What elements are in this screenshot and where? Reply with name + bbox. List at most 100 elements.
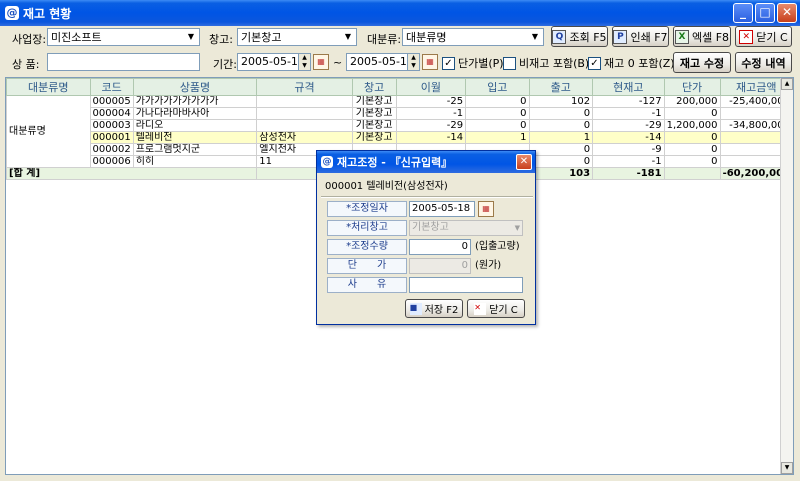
code-cell: 000002: [89, 143, 134, 156]
column-header[interactable]: 입고: [465, 78, 530, 96]
window-title: 재고 현황: [23, 6, 72, 21]
adjust-stock-label: 재고 수정: [679, 56, 725, 70]
warehouse-combo[interactable]: 기본창고 ▼: [237, 28, 357, 46]
scroll-down-icon[interactable]: ▼: [781, 462, 793, 474]
in-cell: 0: [465, 119, 530, 132]
dialog-close-button[interactable]: ✕ 닫기 C: [467, 299, 525, 318]
maximize-button[interactable]: □: [755, 3, 775, 23]
table-row[interactable]: 000004 가나다라마바사아 기본창고 -1 0 0 -1 0 0: [7, 107, 793, 120]
stock-cell: -9: [592, 143, 665, 156]
product-input[interactable]: [47, 53, 200, 71]
column-header[interactable]: 단가: [663, 78, 721, 96]
vertical-scrollbar[interactable]: ▲ ▼: [780, 78, 793, 474]
spec-cell: [256, 107, 353, 120]
checkbox-checked-icon[interactable]: ✓: [588, 56, 601, 70]
stock-cell: -14: [592, 131, 665, 144]
window-title-bar[interactable]: @ 재고 현황 _ □ ✕: [0, 0, 800, 26]
close-button[interactable]: ✕ 닫기 C: [735, 26, 792, 47]
name-cell: 프로그램멋지군: [132, 143, 258, 156]
name-cell: 라디오: [132, 119, 258, 132]
date-from-spinner[interactable]: ▲ ▼: [298, 53, 311, 71]
by-price-label: 단가별(P): [458, 57, 504, 70]
process-warehouse-combo[interactable]: 기본창고 ▼: [409, 220, 523, 236]
qty-note: (입출고량): [475, 241, 520, 252]
price-cell: 0: [663, 131, 721, 144]
empty-cell: [663, 167, 721, 180]
price-note: (원가): [475, 260, 502, 271]
category-label: 대분류:: [367, 33, 402, 46]
column-header[interactable]: 현재고: [592, 78, 665, 96]
date-from-input[interactable]: 2005-05-18: [237, 53, 305, 71]
carry-cell: -29: [395, 119, 467, 132]
stock-cell: -127: [592, 95, 665, 108]
column-header[interactable]: 코드: [89, 78, 134, 96]
adjust-qty-label: *조정수량: [327, 239, 407, 255]
chevron-down-icon[interactable]: ▼: [527, 29, 543, 45]
spec-cell: 삼성전자: [256, 131, 353, 144]
non-stock-label: 비재고 포함(B): [519, 57, 590, 70]
excel-label: 엑셀 F8: [691, 30, 730, 44]
checkbox-unchecked-icon[interactable]: [503, 56, 516, 70]
close-icon: ✕: [474, 302, 487, 315]
category-value: 대분류명: [406, 31, 447, 44]
column-header[interactable]: 규격: [256, 78, 353, 96]
close-window-button[interactable]: ✕: [777, 3, 797, 23]
adjust-qty-input[interactable]: 0: [409, 239, 471, 255]
adjust-history-label: 수정 내역: [741, 56, 786, 70]
out-cell: 1: [528, 131, 594, 144]
name-cell: 히히: [132, 155, 258, 168]
query-button[interactable]: Q 조회 F5: [551, 26, 608, 47]
price-cell: 0: [663, 143, 721, 156]
unit-price-label: 단 가: [327, 258, 407, 274]
date-to-input[interactable]: 2005-05-18: [346, 53, 414, 71]
calendar-icon[interactable]: ▦: [478, 201, 494, 217]
stock-cell: -29: [592, 119, 665, 132]
table-row[interactable]: 대분류명 000005 가가가가가가가가가 기본창고 -25 0 102 -12…: [6, 95, 793, 168]
column-header[interactable]: 출고: [528, 78, 594, 96]
checkbox-checked-icon[interactable]: ✓: [442, 56, 455, 70]
close-icon: ✕: [739, 29, 754, 44]
reason-label: 사 유: [327, 277, 407, 293]
minimize-button[interactable]: _: [733, 3, 753, 23]
out-cell: 0: [528, 119, 594, 132]
chevron-down-icon[interactable]: ▼: [183, 29, 199, 45]
zero-stock-checkbox[interactable]: ✓ 재고 0 포함(Z): [588, 55, 675, 71]
site-combo[interactable]: 미진소프트 ▼: [47, 28, 200, 46]
column-header[interactable]: 이월: [395, 78, 467, 96]
stock-adjust-dialog[interactable]: @ 재고조정 - 『신규입력』 ✕ 000001 텔레비전(삼성전자) *조정일…: [316, 150, 536, 325]
printer-icon: P: [613, 29, 628, 44]
table-row[interactable]: 000003 라디오 기본창고 -29 0 0 -29 1,200,000 -3…: [7, 119, 793, 132]
date-to-spinner[interactable]: ▲ ▼: [407, 53, 420, 71]
scroll-up-icon[interactable]: ▲: [781, 78, 793, 90]
unit-price-input[interactable]: 0: [409, 258, 471, 274]
column-header[interactable]: 상품명: [132, 78, 258, 96]
excel-icon: X: [674, 29, 689, 44]
in-cell: 0: [465, 95, 530, 108]
save-button[interactable]: ■ 저장 F2: [405, 299, 463, 318]
zero-stock-label: 재고 0 포함(Z): [604, 57, 675, 70]
price-cell: 1,200,000: [663, 119, 721, 132]
calendar-icon[interactable]: ▦: [422, 54, 438, 70]
chevron-down-icon[interactable]: ▼: [515, 221, 520, 235]
site-value: 미진소프트: [51, 31, 102, 44]
non-stock-checkbox[interactable]: 비재고 포함(B): [503, 55, 589, 71]
category-combo[interactable]: 대분류명 ▼: [402, 28, 544, 46]
column-header[interactable]: 창고: [351, 78, 397, 96]
print-button[interactable]: P 인쇄 F7: [612, 26, 669, 47]
adjust-stock-button[interactable]: 재고 수정: [673, 52, 731, 73]
reason-input[interactable]: [409, 277, 523, 293]
by-price-checkbox[interactable]: ✓ 단가별(P): [442, 55, 504, 71]
in-cell: 0: [465, 107, 530, 120]
dialog-title-bar[interactable]: @ 재고조정 - 『신규입력』: [317, 151, 535, 173]
out-cell: 0: [528, 155, 594, 168]
adjust-date-input[interactable]: 2005-05-18: [409, 201, 475, 217]
table-row-selected[interactable]: 000001 텔레비전 삼성전자 기본창고 -14 1 1 -14 0 0: [7, 131, 793, 144]
chevron-down-icon[interactable]: ▼: [340, 29, 356, 45]
calendar-icon[interactable]: ▦: [313, 54, 329, 70]
column-header[interactable]: 대분류명: [6, 78, 91, 96]
site-label: 사업장:: [12, 33, 47, 46]
dialog-close-icon[interactable]: ✕: [516, 154, 532, 170]
excel-button[interactable]: X 엑셀 F8: [673, 26, 731, 47]
adjust-history-button[interactable]: 수정 내역: [735, 52, 792, 73]
in-cell: 1: [465, 131, 530, 144]
